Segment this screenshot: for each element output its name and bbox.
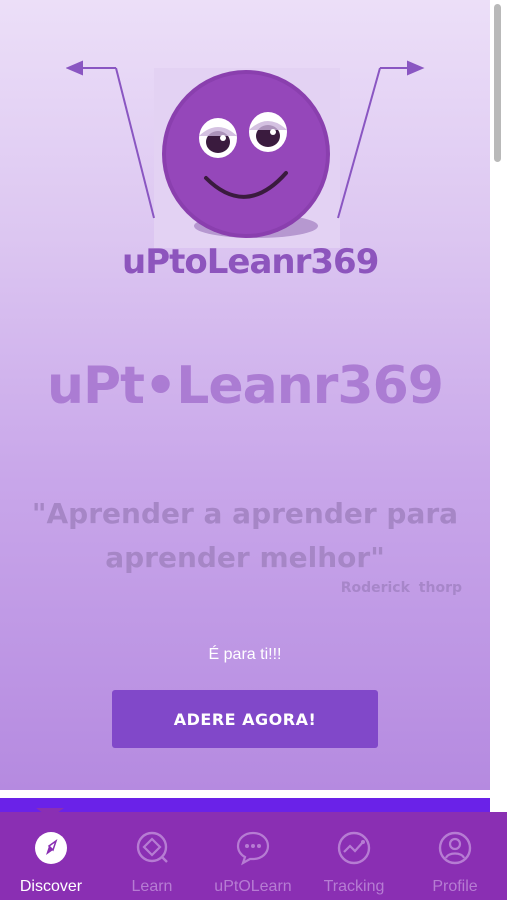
app-title: uPt•Leanr369 bbox=[47, 356, 444, 416]
app-logo: uPtoLeanr369 bbox=[66, 58, 426, 288]
quote-text: "Aprender a aprender para aprender melho… bbox=[31, 497, 459, 574]
join-now-button[interactable]: ADERE AGORA! bbox=[112, 690, 378, 748]
tab-discover[interactable]: Discover bbox=[1, 812, 101, 900]
quote-author: Roderick thorp bbox=[340, 580, 462, 596]
scrollbar-thumb[interactable] bbox=[494, 4, 501, 162]
tracking-icon bbox=[337, 831, 371, 865]
tagline: É para ti!!! bbox=[208, 646, 282, 663]
compass-icon bbox=[35, 832, 67, 864]
tab-label: Profile bbox=[432, 878, 478, 895]
tab-label: Tracking bbox=[323, 878, 385, 895]
tab-label: Learn bbox=[131, 878, 173, 895]
logo-wordmark: uPtoLeanr369 bbox=[122, 242, 379, 282]
discover-screen: uPtoLeanr369 uPt•Leanr369 "Aprender a ap… bbox=[0, 0, 490, 790]
profile-icon bbox=[438, 831, 472, 865]
tab-label: uPtOLearn bbox=[214, 878, 292, 895]
learn-icon bbox=[136, 831, 168, 863]
tab-label: Discover bbox=[19, 878, 83, 895]
tab-learn[interactable]: Learn bbox=[102, 812, 202, 900]
chat-bubble-icon bbox=[236, 831, 270, 866]
tab-uptolearn[interactable]: uPtOLearn bbox=[203, 812, 303, 900]
tab-tracking[interactable]: Tracking bbox=[304, 812, 404, 900]
tab-profile[interactable]: Profile bbox=[405, 812, 505, 900]
